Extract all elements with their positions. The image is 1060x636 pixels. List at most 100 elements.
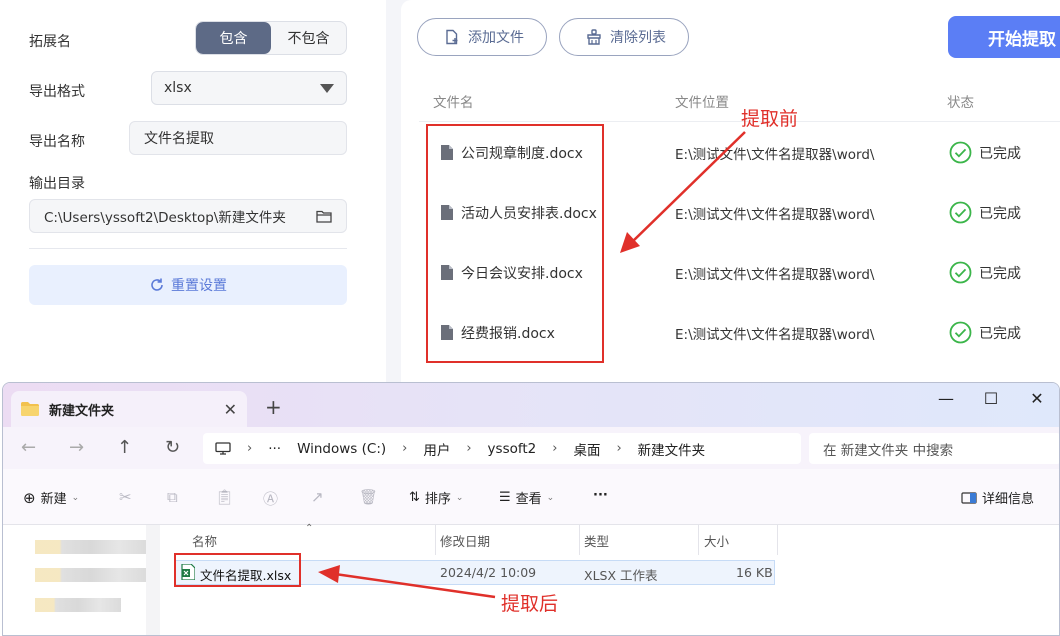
folder-icon[interactable] — [316, 209, 332, 223]
format-select[interactable]: xlsx — [151, 71, 347, 105]
new-tab-icon[interactable]: + — [265, 395, 282, 419]
cut-icon[interactable]: ✂ — [119, 488, 132, 506]
header-divider — [419, 121, 1060, 122]
refresh-icon[interactable]: ↻ — [165, 437, 180, 458]
nav-pane-divider — [146, 525, 160, 635]
breadcrumb-item[interactable]: 新建文件夹 — [638, 439, 706, 459]
export-name-label: 导出名称 — [29, 134, 85, 150]
copy-icon[interactable]: ⧉ — [167, 488, 178, 506]
sort-button-label: 排序 — [424, 492, 451, 507]
sort-up-icon: ⌃ — [305, 523, 314, 534]
up-icon[interactable]: ↑ — [117, 437, 132, 458]
column-header-type[interactable]: 类型 — [584, 531, 609, 550]
forward-icon[interactable]: → — [69, 437, 84, 458]
start-extract-button[interactable]: 开始提取 — [948, 16, 1060, 58]
chevron-right-icon: › — [552, 441, 558, 456]
breadcrumb-item[interactable]: yssoft2 — [488, 441, 537, 457]
paste-icon[interactable]: 📋︎ — [215, 488, 234, 506]
file-type: XLSX 工作表 — [584, 568, 658, 583]
breadcrumb-item[interactable]: 桌面 — [573, 439, 600, 459]
file-status: 已完成 — [979, 266, 1021, 282]
column-divider — [777, 525, 778, 555]
output-dir-input[interactable]: C:\Users\yssoft2\Desktop\新建文件夹 — [29, 199, 347, 233]
explorer-tab-title: 新建文件夹 — [49, 403, 115, 419]
clear-list-button[interactable]: 清除列表 — [559, 18, 689, 56]
explorer-titlebar: 新建文件夹 ✕ + — ☐ ✕ — [3, 383, 1059, 427]
column-header-modified[interactable]: 修改日期 — [440, 531, 490, 550]
column-divider — [435, 525, 436, 555]
maximize-icon[interactable]: ☐ — [976, 389, 1006, 408]
divider — [29, 248, 347, 249]
breadcrumb-item[interactable]: Windows (C:) — [297, 441, 386, 457]
add-file-button[interactable]: 添加文件 — [417, 18, 547, 56]
details-button[interactable]: 详细信息 — [961, 488, 1034, 507]
file-size: 16 KB — [736, 565, 773, 580]
column-header-size[interactable]: 大小 — [704, 531, 729, 550]
back-icon[interactable]: ← — [21, 437, 36, 458]
file-path: E:\测试文件\文件名提取器\word\ — [675, 147, 875, 163]
column-header-name[interactable]: 名称 — [192, 531, 217, 550]
chevron-down-icon: ⌄ — [455, 492, 464, 503]
sort-icon: ⇅ — [409, 490, 420, 505]
chevron-down-icon: ⌄ — [71, 492, 80, 503]
check-circle-icon — [949, 201, 972, 224]
file-status: 已完成 — [979, 206, 1021, 222]
plus-circle-icon: ⊕ — [23, 488, 36, 507]
chevron-right-icon: › — [247, 441, 253, 456]
delete-icon[interactable]: 🗑︎ — [359, 488, 378, 506]
more-path-icon[interactable]: ··· — [268, 441, 281, 457]
export-name-input[interactable]: 文件名提取 — [129, 121, 347, 155]
file-path: E:\测试文件\文件名提取器\word\ — [675, 327, 875, 343]
explorer-tab[interactable]: 新建文件夹 ✕ — [11, 391, 247, 427]
nav-pane-item-blurred[interactable] — [35, 568, 147, 582]
file-path: E:\测试文件\文件名提取器\word\ — [675, 207, 875, 223]
check-circle-icon — [949, 261, 972, 284]
new-button-label: 新建 — [40, 492, 67, 507]
minimize-icon[interactable]: — — [931, 389, 961, 408]
view-button-label: 查看 — [515, 492, 542, 507]
view-button[interactable]: ☰ 查看 ⌄ — [499, 488, 554, 507]
reset-settings-button[interactable]: 重置设置 — [29, 265, 347, 305]
output-dir-label: 输出目录 — [29, 176, 85, 192]
file-status: 已完成 — [979, 146, 1021, 162]
sort-button[interactable]: ⇅ 排序 ⌄ — [409, 488, 463, 507]
add-file-icon — [446, 29, 458, 45]
column-divider — [579, 525, 580, 555]
format-label: 导出格式 — [29, 84, 85, 100]
broom-icon — [587, 29, 601, 45]
details-pane-icon — [961, 491, 977, 504]
address-bar-row: ← → ↑ ↻ › ··· Windows (C:) › 用户 › yssoft… — [3, 427, 1059, 469]
extension-include-option[interactable]: 包含 — [196, 22, 271, 54]
annotation-box-after — [174, 553, 301, 587]
close-tab-icon[interactable]: ✕ — [224, 400, 237, 419]
command-bar: ⊕ 新建 ⌄ ✂ ⧉ 📋︎ Ⓐ ↗ 🗑︎ ⇅ 排序 ⌄ ☰ 查看 ⌄ ··· 详… — [3, 469, 1059, 525]
refresh-icon — [151, 278, 163, 291]
start-extract-label: 开始提取 — [988, 29, 1056, 50]
close-window-icon[interactable]: ✕ — [1022, 389, 1052, 408]
more-options-button[interactable]: ··· — [593, 488, 608, 503]
column-header-status: 状态 — [947, 95, 974, 111]
extension-exclude-option[interactable]: 不包含 — [271, 22, 346, 54]
search-input[interactable]: 在 新建文件夹 中搜索 ⌕ — [809, 433, 1059, 464]
new-button[interactable]: ⊕ 新建 ⌄ — [23, 488, 80, 508]
chevron-right-icon: › — [616, 441, 622, 456]
clear-list-label: 清除列表 — [610, 30, 666, 46]
column-divider — [698, 525, 699, 555]
search-placeholder: 在 新建文件夹 中搜索 — [823, 442, 954, 459]
column-header-filename: 文件名 — [433, 95, 474, 111]
output-dir-value: C:\Users\yssoft2\Desktop\新建文件夹 — [44, 210, 286, 226]
address-bar[interactable]: › ··· Windows (C:) › 用户 › yssoft2 › 桌面 ›… — [203, 433, 801, 464]
file-status: 已完成 — [979, 326, 1021, 342]
caret-down-icon — [320, 83, 334, 93]
rename-icon[interactable]: Ⓐ — [263, 488, 278, 509]
nav-pane-item-blurred[interactable] — [35, 540, 147, 554]
export-name-value: 文件名提取 — [144, 131, 214, 147]
breadcrumb-item[interactable]: 用户 — [423, 439, 450, 459]
check-circle-icon — [949, 141, 972, 164]
nav-pane-item-blurred[interactable] — [35, 598, 121, 612]
check-circle-icon — [949, 321, 972, 344]
chevron-down-icon: ⌄ — [546, 492, 555, 503]
share-icon[interactable]: ↗ — [311, 488, 324, 506]
annotation-box-before — [426, 124, 604, 363]
format-value: xlsx — [164, 80, 192, 96]
